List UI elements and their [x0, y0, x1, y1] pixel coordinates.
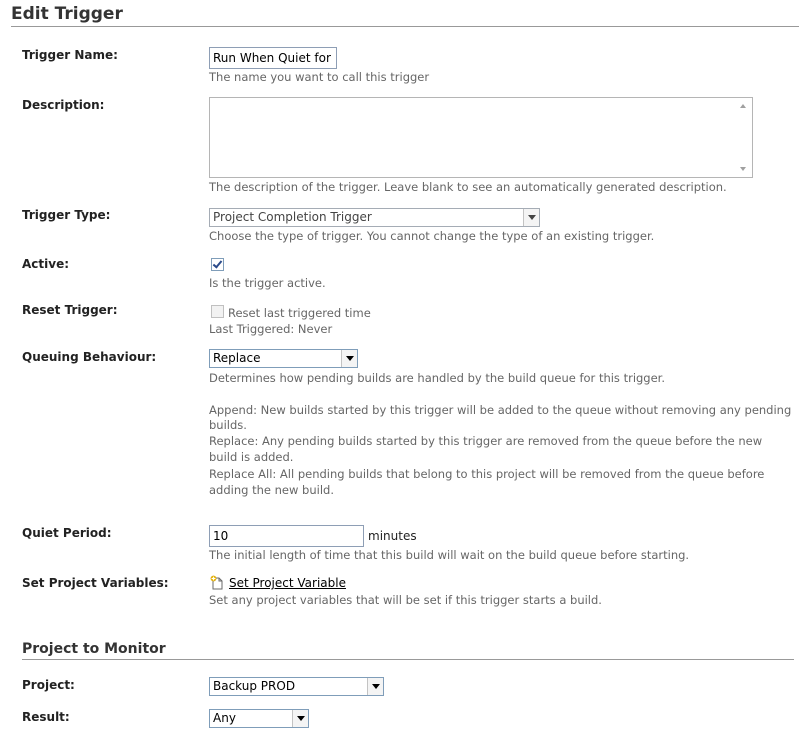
description-help: The description of the trigger. Leave bl… — [209, 180, 727, 194]
quiet-period-input[interactable]: 10 — [209, 525, 364, 547]
trigger-type-help: Choose the type of trigger. You cannot c… — [209, 229, 655, 243]
queuing-behaviour-value: Replace — [213, 351, 261, 365]
description-textarea[interactable] — [209, 97, 753, 178]
project-variables-label: Set Project Variables: — [22, 576, 169, 590]
queuing-behaviour-help: Determines how pending builds are handle… — [209, 371, 666, 385]
active-checkbox[interactable] — [211, 258, 224, 271]
replace-all-help-line-1: Replace All: All pending builds that bel… — [209, 467, 765, 481]
reset-trigger-checkbox[interactable] — [211, 305, 224, 318]
description-label: Description: — [22, 98, 105, 112]
trigger-name-help: The name you want to call this trigger — [209, 70, 430, 84]
quiet-period-help: The initial length of time that this bui… — [209, 548, 690, 562]
append-help-line-1: Append: New builds started by this trigg… — [209, 403, 792, 417]
chevron-down-icon[interactable] — [292, 710, 308, 727]
queuing-behaviour-label: Queuing Behaviour: — [22, 350, 157, 364]
project-value: Backup PROD — [213, 679, 296, 693]
append-help-line-2: builds. — [209, 418, 247, 432]
project-select[interactable]: Backup PROD — [209, 677, 384, 696]
trigger-name-input[interactable]: Run When Quiet for 15 mi — [209, 47, 337, 69]
set-project-variable-link[interactable]: Set Project Variable — [229, 576, 346, 590]
reset-trigger-label: Reset Trigger: — [22, 303, 118, 317]
replace-help-line-1: Replace: Any pending builds started by t… — [209, 434, 763, 448]
chevron-down-icon[interactable] — [341, 350, 357, 367]
trigger-type-value: Project Completion Trigger — [213, 210, 372, 224]
project-label: Project: — [22, 678, 75, 692]
trigger-type-label: Trigger Type: — [22, 208, 111, 222]
result-select[interactable]: Any — [209, 709, 309, 728]
reset-trigger-checkbox-label: Reset last triggered time — [228, 306, 371, 320]
result-label: Result: — [22, 710, 70, 724]
page-title: Edit Trigger — [11, 4, 799, 27]
project-variables-help: Set any project variables that will be s… — [209, 593, 602, 607]
new-document-icon[interactable] — [210, 575, 224, 590]
scroll-up-icon[interactable] — [740, 104, 746, 108]
active-label: Active: — [22, 257, 70, 271]
chevron-down-icon[interactable] — [367, 678, 383, 695]
replace-help-line-2: build is added. — [209, 450, 294, 464]
description-scrollbar[interactable] — [736, 98, 752, 177]
quiet-period-unit: minutes — [368, 529, 417, 543]
replace-all-help-line-2: adding the new build. — [209, 483, 334, 497]
queuing-behaviour-select[interactable]: Replace — [209, 349, 358, 368]
quiet-period-label: Quiet Period: — [22, 526, 112, 540]
chevron-down-icon[interactable] — [523, 209, 539, 226]
last-triggered-text: Last Triggered: Never — [209, 322, 333, 336]
trigger-type-select[interactable]: Project Completion Trigger — [209, 208, 540, 227]
active-help: Is the trigger active. — [209, 276, 326, 290]
project-to-monitor-heading: Project to Monitor — [22, 641, 794, 660]
scroll-down-icon[interactable] — [740, 167, 746, 171]
result-value: Any — [213, 711, 236, 725]
trigger-name-label: Trigger Name: — [22, 48, 118, 62]
